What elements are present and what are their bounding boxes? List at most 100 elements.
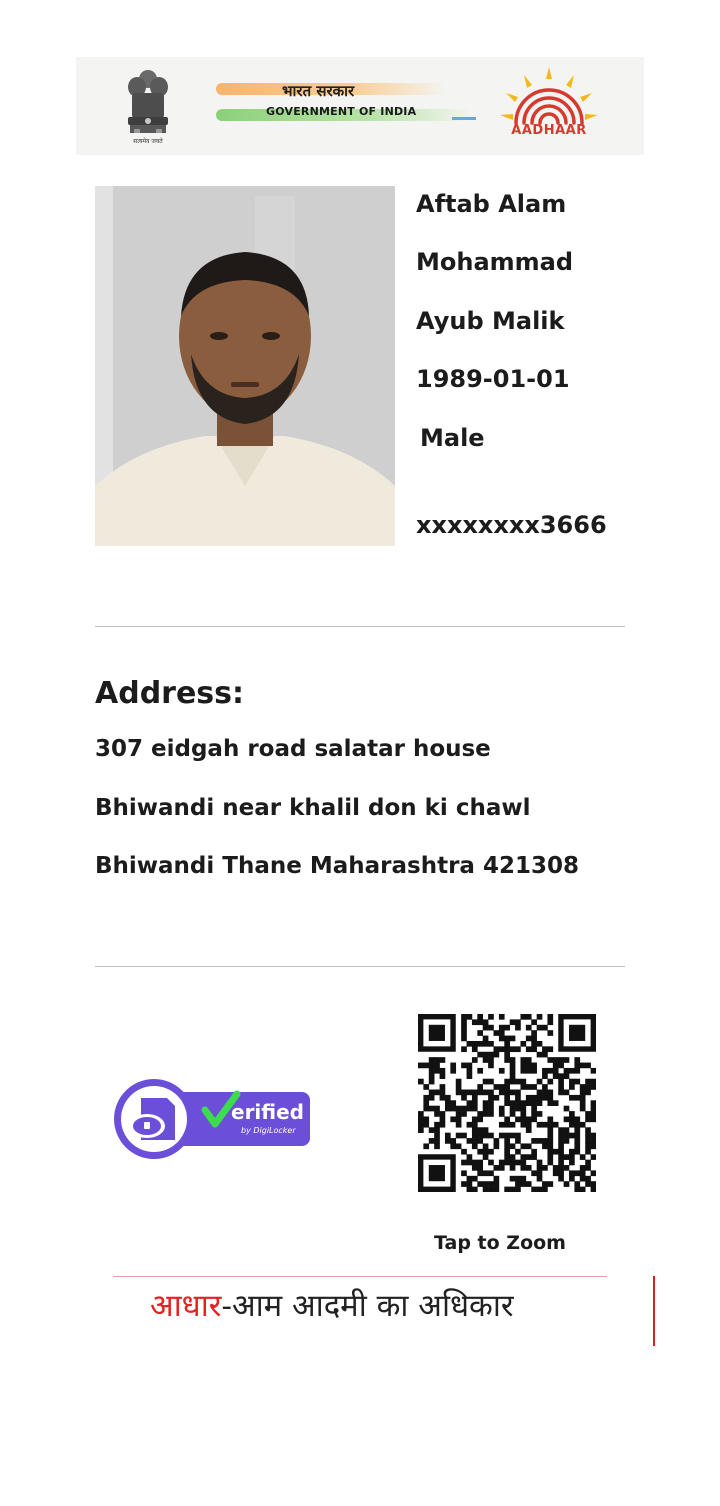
qr-module xyxy=(461,1014,467,1020)
qr-module xyxy=(579,1165,586,1171)
qr-module xyxy=(574,1143,581,1150)
qr-module xyxy=(574,1170,581,1177)
qr-module xyxy=(579,1121,586,1128)
qr-module xyxy=(504,1138,510,1144)
qr-module xyxy=(563,1089,570,1096)
qr-module xyxy=(542,1084,548,1090)
qr-module xyxy=(569,1170,575,1177)
qr-module xyxy=(531,1148,537,1155)
qr-module xyxy=(520,1078,527,1085)
header-banner: सत्यमेव जयते भारत सरकार GOVERNMENT OF IN… xyxy=(76,57,644,155)
qr-module xyxy=(525,1100,532,1106)
qr-module xyxy=(477,1084,484,1090)
qr-module xyxy=(493,1084,500,1090)
qr-module xyxy=(574,1078,581,1085)
qr-module xyxy=(590,1067,596,1074)
qr-module xyxy=(558,1148,564,1155)
qr-module xyxy=(525,1143,532,1150)
qr-module xyxy=(531,1030,537,1036)
qr-module xyxy=(466,1121,473,1128)
qr-module xyxy=(504,1094,510,1101)
qr-module xyxy=(579,1170,586,1177)
qr-module xyxy=(504,1084,510,1090)
qr-module xyxy=(563,1073,570,1080)
qr-module xyxy=(428,1073,435,1080)
qr-module xyxy=(579,1175,586,1182)
qr-module xyxy=(531,1046,537,1053)
qr-module xyxy=(520,1143,527,1150)
qr-module xyxy=(471,1094,478,1101)
badge-digilocker-text: by DigiLocker xyxy=(241,1126,296,1135)
name-line-2: Mohammad xyxy=(416,248,574,276)
qr-module xyxy=(482,1148,489,1155)
qr-module xyxy=(471,1132,478,1139)
qr-module xyxy=(520,1181,527,1187)
qr-module xyxy=(563,1127,570,1133)
qr-module xyxy=(504,1148,510,1155)
qr-module xyxy=(547,1100,554,1106)
qr-module xyxy=(477,1170,484,1177)
qr-module xyxy=(585,1132,591,1139)
qr-module xyxy=(558,1175,564,1182)
qr-module xyxy=(434,1057,440,1063)
qr-module xyxy=(520,1116,527,1123)
qr-module xyxy=(558,1159,564,1166)
qr-module xyxy=(423,1143,430,1150)
qr-finder-pattern xyxy=(428,1165,445,1182)
qr-module xyxy=(531,1035,537,1042)
qr-module xyxy=(423,1094,430,1101)
tagline-rest: -आम आदमी का अधिकार xyxy=(221,1288,514,1324)
qr-module xyxy=(585,1116,591,1123)
address-heading: Address: xyxy=(95,676,245,711)
footer-rule xyxy=(113,1276,607,1277)
qr-module xyxy=(471,1019,478,1026)
qr-module xyxy=(434,1067,440,1074)
qr-module xyxy=(515,1019,521,1026)
qr-module xyxy=(552,1100,559,1106)
qr-module xyxy=(531,1094,537,1101)
qr-module xyxy=(563,1116,570,1123)
qr-module xyxy=(525,1094,532,1101)
qr-module xyxy=(439,1073,446,1080)
qr-module xyxy=(542,1165,548,1171)
qr-code[interactable] xyxy=(418,1014,596,1192)
qr-module xyxy=(563,1132,570,1139)
qr-module xyxy=(542,1024,548,1031)
tap-to-zoom-button[interactable]: Tap to Zoom xyxy=(434,1232,566,1254)
qr-module xyxy=(461,1089,467,1096)
qr-module xyxy=(574,1138,581,1144)
qr-module xyxy=(504,1100,510,1106)
qr-module xyxy=(471,1105,478,1112)
qr-module xyxy=(542,1186,548,1192)
qr-module xyxy=(547,1019,554,1026)
qr-module xyxy=(471,1040,478,1047)
qr-module xyxy=(461,1019,467,1026)
address-line-3: Bhiwandi Thane Maharashtra 421308 xyxy=(95,853,579,879)
qr-module xyxy=(563,1067,570,1074)
qr-module xyxy=(520,1121,527,1128)
qr-module xyxy=(493,1186,500,1192)
name-line-3: Ayub Malik xyxy=(416,307,565,335)
qr-module xyxy=(498,1014,505,1020)
qr-module xyxy=(488,1089,494,1096)
qr-module xyxy=(418,1127,424,1133)
qr-module xyxy=(547,1116,554,1123)
qr-module xyxy=(461,1062,467,1069)
qr-module xyxy=(488,1170,494,1177)
qr-module xyxy=(531,1084,537,1090)
qr-module xyxy=(466,1175,473,1182)
qr-module xyxy=(547,1132,554,1139)
qr-module xyxy=(585,1089,591,1096)
qr-module xyxy=(466,1186,473,1192)
qr-module xyxy=(531,1067,537,1074)
qr-module xyxy=(585,1143,591,1150)
qr-module xyxy=(547,1181,554,1187)
qr-module xyxy=(558,1143,564,1150)
qr-module xyxy=(444,1132,451,1139)
qr-module xyxy=(579,1062,586,1069)
qr-module xyxy=(547,1057,554,1063)
qr-module xyxy=(547,1159,554,1166)
qr-module xyxy=(552,1148,559,1155)
qr-module xyxy=(488,1040,494,1047)
qr-module xyxy=(477,1116,484,1123)
